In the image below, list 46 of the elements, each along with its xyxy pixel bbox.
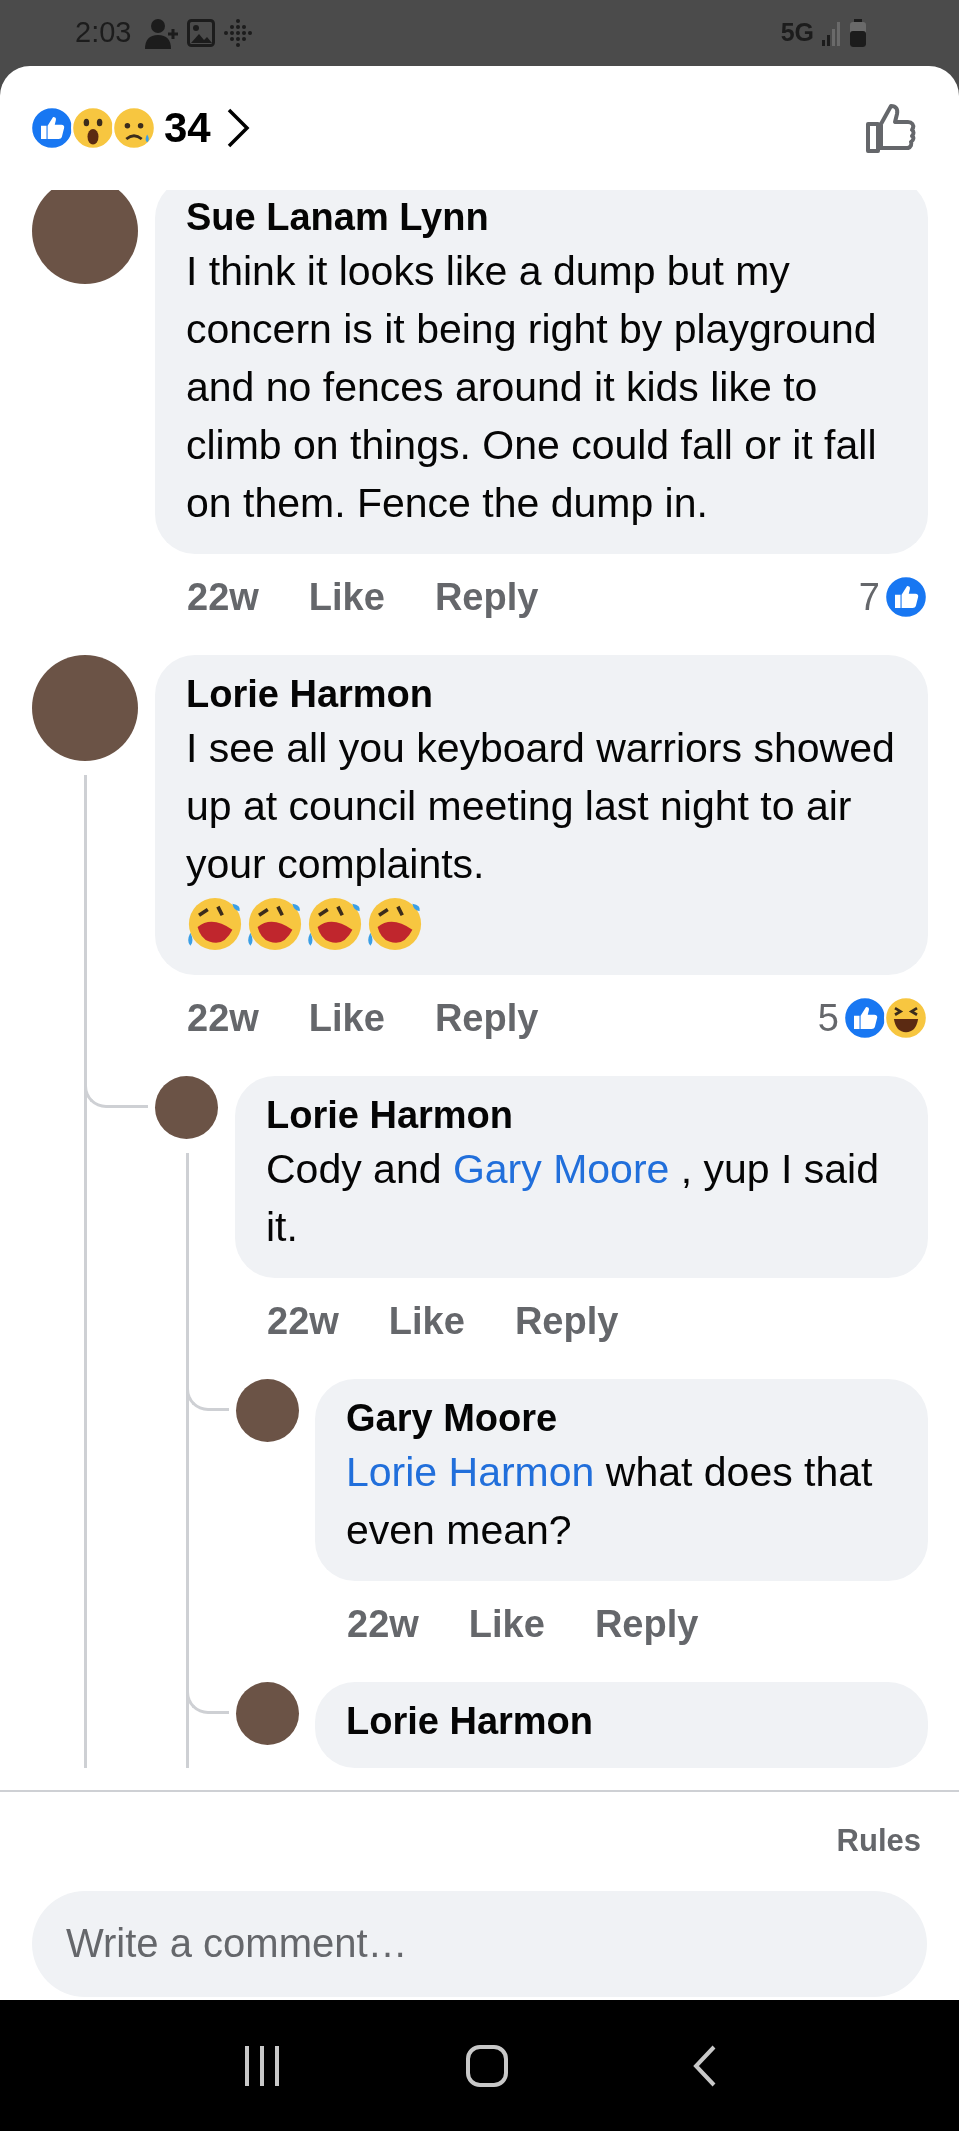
like-link[interactable]: Like [308,989,385,1047]
rolling-laughing-emoji-icon [186,895,244,953]
person-add-icon [145,17,180,49]
like-reaction-icon [884,575,928,619]
like-button[interactable] [865,102,917,154]
like-reaction-icon [30,106,74,150]
reply-link[interactable]: Reply [594,1595,699,1653]
comment-time: 22w [187,995,259,1041]
comment-text: I see all you keyboard warriors showed up at council meeting last night to air your complaints. [186,724,896,889]
comment-text: I think it looks like a dump but my concern is it being right by playground and no fences around it kids like to climb on things. One could fall or it fall on them. Fence the dump in. [186,247,878,528]
like-reaction-icon [843,996,887,1040]
reaction-count[interactable]: 5 [817,989,928,1047]
profile-link[interactable]: Gary Moore [452,1146,670,1192]
signal-icon [822,20,842,46]
reply-link[interactable]: Reply [434,568,539,626]
comment-author[interactable]: Gary Moore [346,1393,897,1443]
dot-grid-icon [223,18,254,48]
reaction-count[interactable]: 7 [858,568,928,626]
reply-link[interactable]: Reply [434,989,539,1047]
comment-author[interactable]: Lorie Harmon [186,669,897,719]
like-link[interactable]: Like [308,568,385,626]
laughing-face-icon [884,996,928,1040]
comment-author[interactable]: Lorie Harmon [266,1090,897,1140]
comment-author[interactable]: Sue Lanam Lynn [186,192,897,242]
like-link[interactable]: Like [388,1292,465,1350]
reactions-summary[interactable]: 34 [30,106,251,150]
comment-text: Cody and Gary Moore , yup I said it. [266,1145,881,1252]
comment-author[interactable]: Lorie Harmon [346,1696,897,1746]
comment-time: 22w [187,574,259,620]
back-icon[interactable] [691,2043,718,2088]
like-link[interactable]: Like [468,1595,545,1653]
image-icon [187,19,216,47]
battery-icon [850,19,866,47]
reply-link[interactable]: Reply [514,1292,619,1350]
rolling-laughing-emoji-icon [306,895,364,953]
surprised-face-icon [71,106,115,150]
rolling-laughing-emoji-icon [246,895,304,953]
sad-face-icon [112,106,156,150]
comment-input[interactable]: Write a comment… [32,1890,927,1997]
comment-time: 22w [347,1601,419,1647]
comment-time: 22w [267,1298,339,1344]
profile-link[interactable]: Lorie Harmon [346,1449,595,1495]
rules-link[interactable]: Rules [836,1818,921,1865]
home-icon[interactable] [464,2043,509,2088]
rolling-laughing-emoji-icon [366,895,424,953]
comment-text: Lorie Harmon what does that even mean? [346,1448,874,1555]
